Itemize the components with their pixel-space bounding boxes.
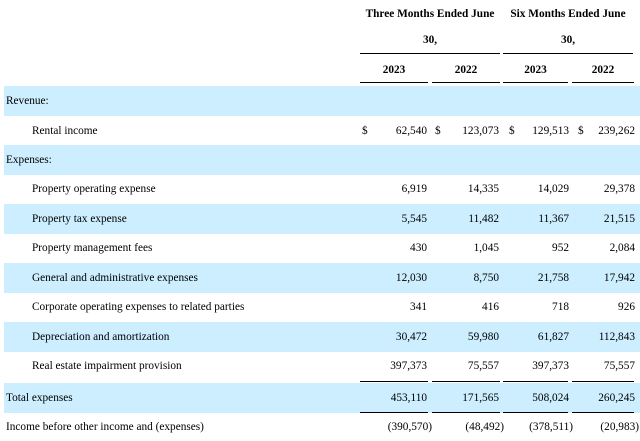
rental-income-row: Rental income $ 62,540 $ 123,073 $ 129,5… <box>4 116 640 146</box>
general-admin-row: General and administrative expenses 12,0… <box>4 263 640 293</box>
year-rule-col2 <box>432 82 500 83</box>
value-col3: 129,513 <box>532 125 569 137</box>
value-col2: 59,980 <box>467 331 499 343</box>
value-col3: 952 <box>552 242 569 254</box>
three-months-header-rule <box>360 53 500 54</box>
subtotal-rule-col3 <box>503 381 568 382</box>
value-col4: 239,262 <box>598 125 635 137</box>
row-label: Expenses: <box>6 154 52 166</box>
value-col2: 171,565 <box>462 392 499 404</box>
subtotal-rule-col2 <box>432 381 500 382</box>
value-col4: 260,245 <box>598 392 635 404</box>
impairment-row: Real estate impairment provision 397,373… <box>4 351 640 381</box>
value-col3: 508,024 <box>532 392 569 404</box>
value-col2: 11,482 <box>468 213 499 225</box>
value-col1: 397,373 <box>390 360 427 372</box>
value-col3: 11,367 <box>538 213 569 225</box>
year-header-col2: 2022 <box>454 64 478 76</box>
year-rule-col3 <box>503 82 568 83</box>
value-col1: 6,919 <box>401 183 427 195</box>
value-col3: 21,758 <box>537 272 569 284</box>
value-col1: 12,030 <box>395 272 427 284</box>
row-label: Depreciation and amortization <box>32 331 170 343</box>
value-col1: 30,472 <box>395 331 427 343</box>
six-months-header-line2: 30, <box>560 34 576 46</box>
value-col3: 718 <box>552 301 569 313</box>
value-col1: 453,110 <box>390 392 427 404</box>
value-col4: 112,843 <box>598 331 635 343</box>
value-col3: 61,827 <box>537 331 569 343</box>
value-col4: 29,378 <box>603 183 635 195</box>
row-label: Property operating expense <box>32 183 156 195</box>
value-col1: 430 <box>410 242 427 254</box>
row-label: General and administrative expenses <box>32 272 198 284</box>
row-label: Total expenses <box>6 392 73 404</box>
corporate-related-row: Corporate operating expenses to related … <box>4 292 640 322</box>
value-col4: 17,942 <box>603 272 635 284</box>
value-col2: 8,750 <box>473 272 499 284</box>
value-col2: 1,045 <box>473 242 499 254</box>
three-months-header-line1: Three Months Ended June <box>365 8 495 20</box>
row-label: Revenue: <box>6 95 49 107</box>
year-rule-col1 <box>360 82 428 83</box>
value-col4: 2,084 <box>609 242 635 254</box>
property-operating-row: Property operating expense 6,919 14,335 … <box>4 174 640 204</box>
six-months-header-line1: Six Months Ended June <box>510 8 626 20</box>
value-col2: 416 <box>482 301 499 313</box>
value-col2: 75,557 <box>467 360 499 372</box>
value-col1: 5,545 <box>401 213 427 225</box>
value-col1: 62,540 <box>395 125 427 137</box>
subtotal-rule-col4 <box>572 381 634 382</box>
year-header-col3: 2023 <box>524 64 547 76</box>
value-col3: 397,373 <box>532 360 569 372</box>
year-header-col4: 2022 <box>591 64 615 76</box>
value-col4: 75,557 <box>603 360 635 372</box>
value-col4: 926 <box>618 301 635 313</box>
year-header-col1: 2023 <box>382 64 406 76</box>
depreciation-row: Depreciation and amortization 30,472 59,… <box>4 322 640 352</box>
property-management-row: Property management fees 430 1,045 952 2… <box>4 233 640 263</box>
total-expenses-row: Total expenses 453,110 171,565 508,024 2… <box>4 383 640 413</box>
property-tax-row: Property tax expense 5,545 11,482 11,367… <box>4 204 640 234</box>
row-label: Corporate operating expenses to related … <box>32 301 245 313</box>
row-label: Property management fees <box>32 242 153 254</box>
six-months-header-rule <box>503 53 633 54</box>
revenue-section-row: Revenue: <box>4 86 640 116</box>
subtotal-rule-col1 <box>360 381 428 382</box>
year-rule-col4 <box>572 82 634 83</box>
row-label: Rental income <box>32 125 98 137</box>
three-months-header-line2: 30, <box>422 34 438 46</box>
value-col4: 21,515 <box>603 213 635 225</box>
row-label: Real estate impairment provision <box>32 360 182 372</box>
value-col2: 123,073 <box>462 125 499 137</box>
value-col2: 14,335 <box>467 183 499 195</box>
income-before-row: Income before other income and (expenses… <box>4 413 640 437</box>
value-col1: 341 <box>410 301 427 313</box>
row-label: Property tax expense <box>32 213 127 225</box>
expenses-section-row: Expenses: <box>4 145 640 175</box>
value-col3: 14,029 <box>537 183 569 195</box>
